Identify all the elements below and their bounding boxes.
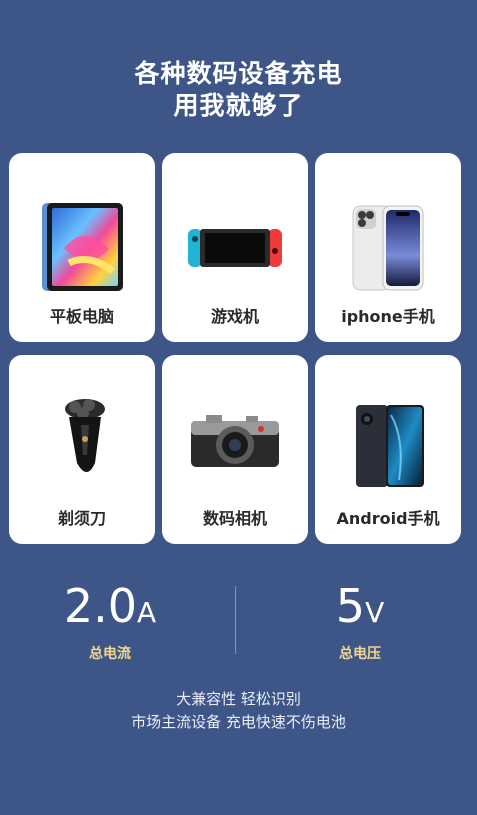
current-spec: 2.0A 总电流 [20,578,200,663]
tagline-line-2: 市场主流设备 充电快速不伤电池 [131,713,346,731]
specs-panel: 2.0A 总电流 5V 总电压 [0,578,477,668]
headline-line-1: 各种数码设备充电 [134,59,343,88]
shaver-icon [65,399,105,472]
voltage-number: 5 [335,579,366,633]
game-console-icon [188,229,282,267]
voltage-value: 5V [270,578,450,641]
device-label-camera: 数码相机 [202,509,267,528]
device-card-tablet: 平板电脑 [9,153,155,342]
current-number: 2.0 [63,579,137,633]
device-label-tablet: 平板电脑 [49,307,114,326]
device-card-camera: 数码相机 [162,355,308,544]
android-phone-icon [356,405,424,487]
device-label-iphone: iphone手机 [341,307,435,326]
current-caption: 总电流 [89,646,131,662]
device-label-android: Android手机 [336,509,440,528]
device-card-android: Android手机 [315,355,461,544]
headline-line-2: 用我就够了 [173,91,304,120]
headline: 各种数码设备充电 用我就够了 [0,58,477,122]
device-label-shaver: 剃须刀 [57,509,106,528]
current-unit: A [137,596,157,629]
voltage-caption: 总电压 [339,646,381,662]
device-label-console: 游戏机 [210,307,259,326]
voltage-unit: V [365,596,385,629]
camera-icon [191,415,279,467]
tagline: 大兼容性 轻松识别 市场主流设备 充电快速不伤电池 [0,688,477,734]
device-grid: 平板电脑 游戏机 iphone手机 剃须刀 数码相机 Android手机 [9,153,461,544]
voltage-spec: 5V 总电压 [270,578,450,663]
current-value: 2.0A [20,578,200,641]
tagline-line-1: 大兼容性 轻松识别 [176,690,301,708]
device-card-console: 游戏机 [162,153,308,342]
spec-divider [235,586,236,654]
iphone-icon [352,205,424,291]
device-card-shaver: 剃须刀 [9,355,155,544]
device-card-iphone: iphone手机 [315,153,461,342]
tablet-icon [42,203,123,291]
